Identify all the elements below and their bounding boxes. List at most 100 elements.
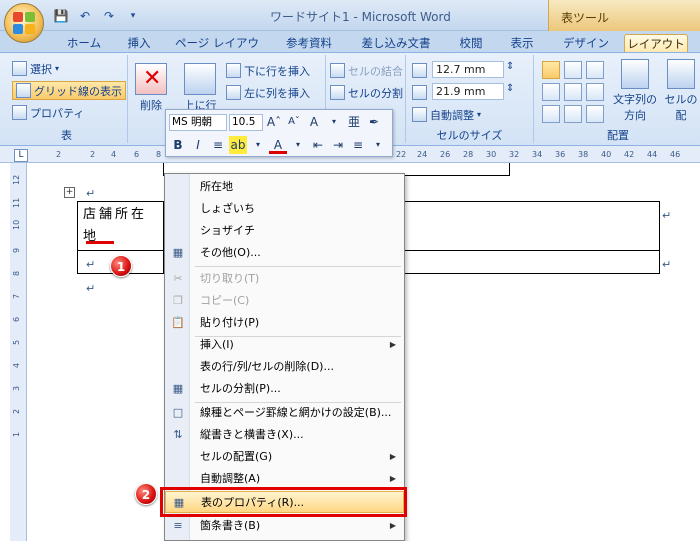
properties-button[interactable]: プロパティ (12, 103, 84, 122)
cut-icon: ✂ (173, 272, 183, 285)
ruler-tick: 2 (56, 150, 62, 159)
ruler-tick: 42 (624, 150, 635, 159)
insert-above-button[interactable]: 上に行 (180, 63, 220, 113)
phonetic-guide-icon[interactable]: 亜 (345, 113, 363, 131)
menu-item-cell-alignment[interactable]: セルの配置(G) ▶ (165, 446, 404, 468)
menu-item-candidate-2[interactable]: しょざいち (165, 198, 404, 220)
chevron-down-icon[interactable]: ▾ (369, 136, 387, 154)
shrink-font-icon[interactable]: Aˇ (285, 113, 303, 131)
insert-below-button[interactable]: 下に行を挿入 (226, 61, 310, 80)
menu-item-paste[interactable]: 📋 貼り付け(P) (165, 312, 404, 334)
gridlines-button[interactable]: グリッド線の表示 (12, 81, 126, 100)
insert-below-label: 下に行を挿入 (244, 64, 310, 78)
tab-layout[interactable]: レイアウト (624, 34, 688, 52)
grow-font-icon[interactable]: Aˆ (265, 113, 283, 131)
tab-references[interactable]: 参考資料 (280, 34, 338, 52)
format-painter-icon[interactable]: ✒ (365, 113, 383, 131)
decrease-indent-icon[interactable]: ⇤ (309, 136, 327, 154)
cell-size-group: 12.7 mm ⇕ 21.9 mm ⇕ 自動調整 ▾ セルのサイズ (406, 55, 534, 143)
chevron-down-icon[interactable]: ▾ (124, 7, 142, 25)
col-width-spinner-icon[interactable]: ⇕ (506, 83, 514, 94)
menu-item-candidate-1[interactable]: 所在地 (165, 176, 404, 198)
italic-icon[interactable]: I (189, 136, 207, 154)
menu-separator (195, 266, 401, 267)
menu-item-candidate-3[interactable]: ショザイチ (165, 220, 404, 242)
col-width-input[interactable]: 21.9 mm (432, 83, 504, 100)
tab-insert[interactable]: 挿入 (122, 34, 156, 52)
select-icon (12, 61, 27, 76)
align-middle-center-icon[interactable] (564, 83, 582, 101)
insert-left-button[interactable]: 左に列を挿入 (226, 83, 310, 102)
highlight-icon[interactable]: ab (229, 136, 247, 154)
font-size-dropdown[interactable]: 10.5 (229, 113, 263, 131)
ruler-tick: 6 (134, 150, 140, 159)
redo-icon[interactable]: ↷ (100, 7, 118, 25)
align-top-right-icon[interactable] (586, 61, 604, 79)
tab-view[interactable]: 表示 (505, 34, 539, 52)
select-button[interactable]: 選択 ▾ (12, 59, 59, 78)
ruler-tick: 30 (486, 150, 497, 159)
tab-selector[interactable]: L (14, 149, 28, 162)
menu-item-delete-cells[interactable]: 表の行/列/セルの削除(D)... (165, 356, 404, 378)
align-bottom-right-icon[interactable] (586, 105, 604, 123)
menu-item-copy[interactable]: ❐ コピー(C) (165, 290, 404, 312)
chevron-down-icon[interactable]: ▾ (249, 136, 267, 154)
chevron-down-icon[interactable]: ▾ (289, 136, 307, 154)
delete-button[interactable]: ✕ 削除 (134, 63, 168, 113)
align-top-center-icon[interactable] (564, 61, 582, 79)
font-color-icon[interactable]: A (269, 136, 287, 154)
align-top-left-icon[interactable] (542, 61, 560, 79)
merge-cells-button[interactable]: セルの結合 (330, 61, 403, 80)
bold-icon[interactable]: B (169, 136, 187, 154)
text-effect-icon[interactable]: A (305, 113, 323, 131)
menu-item-label: セルの分割(P)... (200, 382, 281, 395)
highlight-box (160, 487, 407, 517)
font-name-dropdown[interactable]: MS 明朝 (169, 113, 227, 131)
split-cells-button[interactable]: セルの分割 (330, 83, 403, 102)
save-icon[interactable]: 💾 (52, 7, 70, 25)
ruler-tick: 22 (396, 150, 407, 159)
merge-cells-icon (330, 63, 345, 78)
vruler-tick: 11 (12, 197, 21, 208)
tab-design[interactable]: デザイン (560, 34, 612, 52)
submenu-arrow-icon: ▶ (389, 340, 396, 349)
submenu-arrow-icon: ▶ (389, 452, 396, 461)
ruler-tick: 34 (532, 150, 543, 159)
row-height-spinner-icon[interactable]: ⇕ (506, 61, 514, 72)
center-align-icon[interactable]: ≡ (209, 136, 227, 154)
row-height-input[interactable]: 12.7 mm (432, 61, 504, 78)
office-button[interactable] (4, 3, 44, 43)
table-move-handle[interactable]: + (64, 187, 75, 198)
text-direction-icon (621, 59, 649, 89)
undo-icon[interactable]: ↶ (76, 7, 94, 25)
menu-item-label: 箇条書き(B) (200, 519, 261, 532)
split-cells-icon (330, 85, 345, 100)
increase-indent-icon[interactable]: ⇥ (329, 136, 347, 154)
tab-review[interactable]: 校閲 (454, 34, 488, 52)
tab-mailings[interactable]: 差し込み文書 (356, 34, 436, 52)
menu-item-text-direction[interactable]: ⇅ 縦書きと横書き(X)... (165, 424, 404, 446)
cell-margins-button[interactable]: セルの 配 (664, 59, 698, 123)
tab-page-layout[interactable]: ページ レイアウト (174, 34, 260, 68)
vruler-tick: 5 (12, 339, 21, 345)
menu-item-borders[interactable]: □ 線種とページ罫線と網かけの設定(B)... (165, 402, 404, 424)
menu-item-cut[interactable]: ✂ 切り取り(T) (165, 268, 404, 290)
menu-item-label: しょざいち (200, 202, 255, 215)
align-bottom-left-icon[interactable] (542, 105, 560, 123)
align-middle-right-icon[interactable] (586, 83, 604, 101)
menu-item-split-cells[interactable]: ▦ セルの分割(P)... (165, 378, 404, 400)
autofit-button[interactable]: 自動調整 ▾ (412, 105, 481, 124)
ruler-tick: 32 (509, 150, 520, 159)
merge-cells-label: セルの結合 (348, 64, 403, 78)
align-middle-left-icon[interactable] (542, 83, 560, 101)
menu-item-bullets[interactable]: ≡ 箇条書き(B) ▶ (165, 515, 404, 537)
menu-item-other[interactable]: ▦ その他(O)... (165, 242, 404, 264)
tab-home[interactable]: ホーム (62, 34, 106, 52)
align-bottom-center-icon[interactable] (564, 105, 582, 123)
row-height-icon (412, 63, 427, 78)
submenu-arrow-icon: ▶ (389, 521, 396, 530)
bullets-icon[interactable]: ≡ (349, 136, 367, 154)
menu-item-insert[interactable]: 挿入(I) ▶ (165, 334, 404, 356)
chevron-down-icon[interactable]: ▾ (325, 113, 343, 131)
text-direction-button[interactable]: 文字列の 方向 (610, 59, 660, 123)
